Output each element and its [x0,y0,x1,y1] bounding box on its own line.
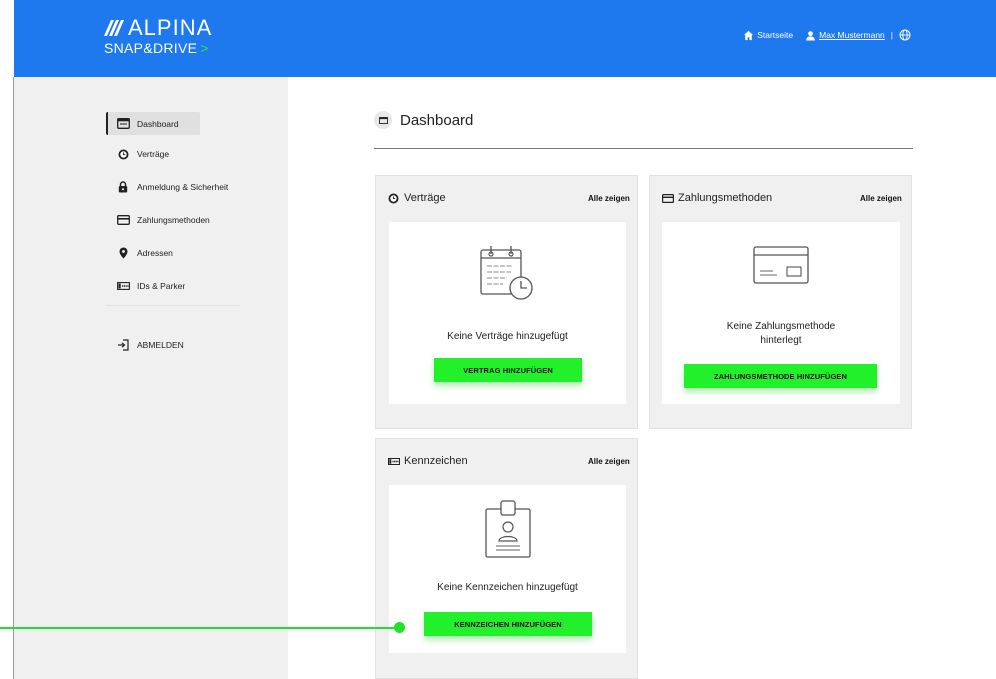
contracts-card: Verträge Alle zeigen Keine Verträge hinz… [375,175,638,429]
brand-logo[interactable]: ALPINA SNAP&DRIVE > [104,15,213,56]
sidebar-item-vertraege[interactable]: Verträge [116,145,169,163]
payment-card-body: Keine Zahlungsmethode hinterlegt ZAHLUNG… [662,222,900,404]
user-name: Max Mustermann [819,30,885,40]
annotation-connector-line [0,627,398,629]
sidebar-divider [106,305,240,306]
page-title-text: Dashboard [400,111,474,129]
plates-empty-text: Keine Kennzeichen hinzugefügt [437,582,578,593]
plates-show-all-link[interactable]: Alle zeigen [588,457,630,466]
dashboard-title-icon-wrap [374,111,392,129]
sidebar-item-label: Dashboard [137,118,179,129]
home-link[interactable]: Startseite [743,30,793,41]
location-pin-icon [119,247,127,259]
id-badge-icon [485,500,531,558]
sidebar-item-payment[interactable]: Zahlungsmethoden [116,211,210,229]
user-icon [806,30,816,41]
sidebar-item-label: Adressen [137,248,173,258]
clock-icon [388,193,399,203]
dashboard-icon [116,118,130,129]
payment-show-all-link[interactable]: Alle zeigen [860,194,902,203]
credit-card-icon [662,193,674,203]
contracts-card-title: Verträge [404,192,446,204]
contracts-show-all-link[interactable]: Alle zeigen [588,194,630,203]
plates-card-header: Kennzeichen [388,455,468,467]
sidebar-item-security[interactable]: Anmeldung & Sicherheit [116,178,228,196]
license-plate-icon [116,282,130,290]
home-icon [744,30,754,40]
clock-icon [118,149,128,159]
license-plates-card: Kennzeichen Alle zeigen Keine Kennzeiche… [375,438,638,679]
contracts-card-body: Keine Verträge hinzugefügt VERTRAG HINZU… [389,222,626,404]
dashboard-icon [378,116,388,124]
payment-empty-text-line1: Keine Zahlungsmethode [726,321,836,332]
header-separator: | [890,30,893,40]
alpina-mark-icon [104,20,124,36]
annotation-connector-dot [394,622,405,633]
sidebar-item-ids-parker[interactable]: IDs & Parker [116,277,185,295]
top-header: ALPINA SNAP&DRIVE > Startseite Max Muste… [14,0,996,77]
add-contract-button[interactable]: VERTRAG HINZUFÜGEN [434,358,582,382]
payment-card-header: Zahlungsmethoden [662,192,772,204]
plates-card-body: Keine Kennzeichen hinzugefügt KENNZEICHE… [389,485,626,653]
contracts-card-header: Verträge [388,192,446,204]
payment-empty-text-line2: hinterlegt [760,335,802,346]
user-profile-link[interactable]: Max Mustermann [805,30,885,41]
sidebar: Dashboard Verträge Anmeldung & Sicherhei… [14,77,288,679]
logout-label: ABMELDEN [137,340,184,350]
credit-card-icon [116,215,130,225]
calendar-clock-icon [480,246,533,300]
sidebar-item-label: Zahlungsmethoden [137,215,210,225]
add-license-plate-button[interactable]: KENNZEICHEN HINZUFÜGEN [424,612,592,636]
brand-name: ALPINA [128,15,213,40]
title-divider [374,148,913,149]
brand-subtitle: SNAP&DRIVE [104,40,198,56]
sidebar-item-label: IDs & Parker [137,281,186,291]
lock-icon [118,181,128,193]
payment-methods-card: Zahlungsmethoden Alle zeigen Keine Zahlu… [649,175,912,429]
page-title: Dashboard [374,111,473,129]
home-link-label: Startseite [757,30,794,40]
plates-card-title: Kennzeichen [404,455,468,467]
logout-button[interactable]: ABMELDEN [116,336,184,354]
globe-icon[interactable] [899,29,911,41]
license-plate-icon [388,457,400,465]
credit-card-icon [753,246,809,284]
header-nav: Startseite Max Mustermann | [743,29,914,41]
sidebar-item-label: Anmeldung & Sicherheit [137,182,229,192]
sidebar-item-dashboard[interactable]: Dashboard [106,112,200,135]
sidebar-item-addresses[interactable]: Adressen [116,244,173,262]
payment-card-title: Zahlungsmethoden [678,192,773,204]
add-payment-method-button[interactable]: ZAHLUNGSMETHODE HINZUFÜGEN [684,364,877,388]
brand-chevron: > [200,40,209,56]
logout-icon [118,339,129,351]
contracts-empty-text: Keine Verträge hinzugefügt [447,331,568,342]
sidebar-item-label: Verträge [137,149,170,159]
